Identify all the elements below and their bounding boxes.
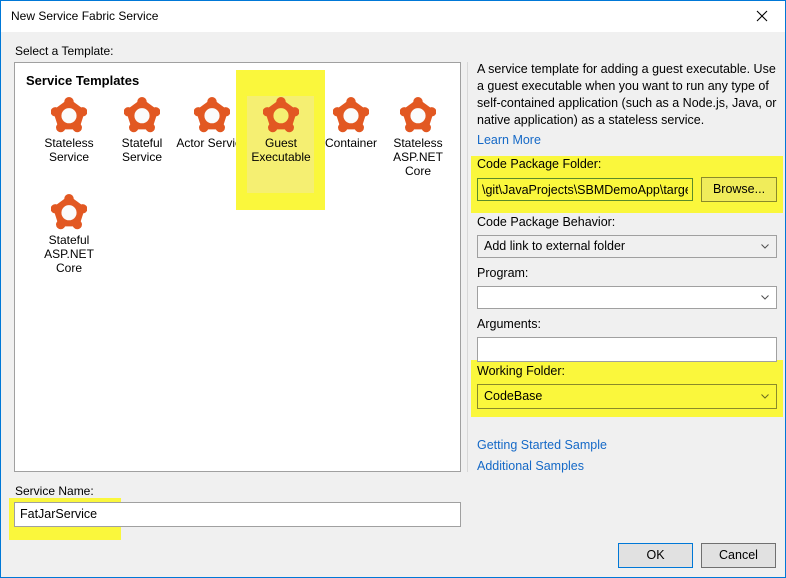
template-label: Stateless Service (44, 136, 94, 164)
chevron-down-icon (761, 295, 769, 300)
cancel-button[interactable]: Cancel (701, 543, 776, 568)
working-folder-select[interactable]: CodeBase (477, 384, 777, 409)
template-guest-executable[interactable]: Guest Executable (246, 94, 316, 164)
code-package-folder-label: Code Package Folder: (477, 157, 602, 171)
service-name-label: Service Name: (15, 484, 94, 498)
code-package-behavior-select[interactable]: Add link to external folder (477, 235, 777, 258)
template-label: Container (324, 136, 378, 150)
ok-button[interactable]: OK (618, 543, 693, 568)
template-label: Stateful ASP.NET Core (44, 233, 94, 275)
service-templates-panel: Service Templates Stateless Service Stat… (14, 62, 461, 472)
select-template-label: Select a Template: (15, 44, 114, 58)
arguments-label: Arguments: (477, 317, 541, 331)
getting-started-sample-link[interactable]: Getting Started Sample (477, 438, 607, 452)
program-label: Program: (477, 266, 529, 280)
template-label: Stateful Service (121, 136, 163, 164)
code-package-behavior-label: Code Package Behavior: (477, 215, 616, 229)
template-description: A service template for adding a guest ex… (477, 62, 777, 127)
template-label: Guest Executable (251, 136, 311, 164)
service-fabric-icon (383, 94, 453, 136)
new-service-fabric-service-dialog: New Service Fabric Service Select a Temp… (0, 0, 786, 578)
service-fabric-icon (107, 94, 177, 136)
service-fabric-icon (316, 94, 386, 136)
working-folder-value: CodeBase (484, 389, 543, 403)
additional-samples-link[interactable]: Additional Samples (477, 459, 584, 473)
chevron-down-icon (761, 244, 769, 249)
code-package-folder-input[interactable] (477, 178, 693, 201)
service-templates-heading: Service Templates (26, 73, 140, 88)
template-stateless-service[interactable]: Stateless Service (34, 94, 104, 164)
working-folder-label: Working Folder: (477, 364, 565, 378)
program-select[interactable] (477, 286, 777, 309)
code-package-behavior-value: Add link to external folder (484, 239, 626, 253)
close-icon[interactable] (739, 1, 785, 31)
learn-more-link[interactable]: Learn More (477, 133, 541, 147)
browse-button[interactable]: Browse... (701, 177, 777, 202)
template-label: Stateless ASP.NET Core (393, 136, 443, 178)
service-fabric-icon (34, 191, 104, 233)
template-stateful-aspnet-core[interactable]: Stateful ASP.NET Core (34, 191, 104, 275)
template-stateless-aspnet-core[interactable]: Stateless ASP.NET Core (383, 94, 453, 178)
window-title: New Service Fabric Service (11, 9, 159, 23)
template-container[interactable]: Container (316, 94, 386, 150)
service-fabric-icon (34, 94, 104, 136)
service-name-input[interactable] (14, 502, 461, 527)
chevron-down-icon (761, 394, 769, 399)
column-divider (467, 62, 468, 472)
service-fabric-icon (246, 94, 316, 136)
title-bar: New Service Fabric Service (1, 1, 785, 32)
template-stateful-service[interactable]: Stateful Service (107, 94, 177, 164)
arguments-input[interactable] (477, 337, 777, 362)
